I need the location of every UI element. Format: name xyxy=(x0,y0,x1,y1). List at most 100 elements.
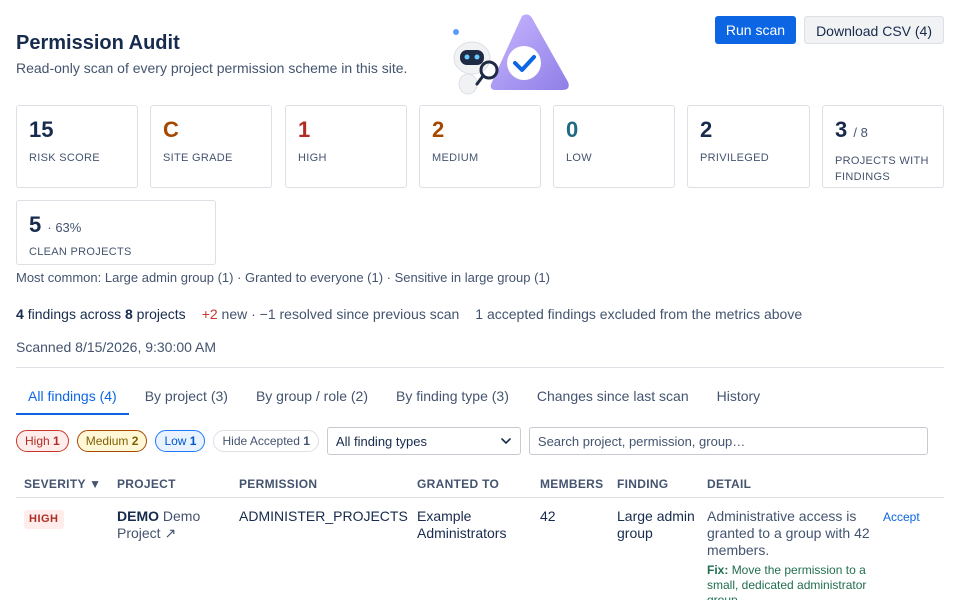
top-actions: Run scan Download CSV (4) xyxy=(714,16,944,44)
metric-suffix: · 63% xyxy=(47,220,82,235)
header-detail: DETAIL xyxy=(707,476,752,491)
project-key: DEMO xyxy=(117,508,159,524)
severity-badge: HIGH xyxy=(24,510,64,529)
granted-to-cell: Example Administrators xyxy=(417,508,507,541)
metric-number: 1 xyxy=(298,117,311,142)
projects-count: 8 xyxy=(124,306,133,322)
metric-value: 15 xyxy=(29,118,125,142)
findings-count-text: 4 findings across 8 projects xyxy=(16,306,186,322)
audit-robot-illustration xyxy=(444,10,574,96)
most-common-findings: Most common: Large admin group (1) · Gra… xyxy=(16,270,550,285)
detail-cell: Administrative access is granted to a gr… xyxy=(707,508,875,600)
metric-label: LOW xyxy=(566,152,592,164)
metric-label: PROJECTS WITH FINDINGS xyxy=(835,155,929,183)
accept-button[interactable]: Accept xyxy=(875,510,920,524)
metric-number: 5 xyxy=(29,212,42,237)
metric-number: C xyxy=(163,117,179,142)
hide-accepted-toggle[interactable]: Hide Accepted 1 xyxy=(213,430,319,452)
fix-note: Fix: Move the permission to a small, ded… xyxy=(707,563,875,600)
severity-cell: HIGH xyxy=(16,508,117,600)
metric-value: 2 xyxy=(432,118,528,142)
metric-card-site-grade: C SITE GRADE xyxy=(150,105,272,188)
fix-text: Move the permission to a small, dedicate… xyxy=(707,563,867,600)
filter-low-pill[interactable]: Low 1 xyxy=(155,430,206,452)
divider xyxy=(16,367,944,368)
tab-by-finding-type[interactable]: By finding type (3) xyxy=(384,380,521,414)
metric-label: MEDIUM xyxy=(432,152,479,164)
metric-card-privileged: 2 PRIVILEGED xyxy=(687,105,810,188)
header-project: PROJECT xyxy=(117,476,176,491)
page-subtitle: Read-only scan of every project permissi… xyxy=(16,60,408,76)
pill-count: 1 xyxy=(189,434,197,448)
metric-number: 15 xyxy=(29,117,54,142)
metric-card-projects-with-findings: 3 / 8 PROJECTS WITH FINDINGS xyxy=(822,105,944,188)
finding-type-select[interactable]: All finding types xyxy=(326,427,521,455)
metric-card-low: 0 LOW xyxy=(553,105,675,188)
table-header: SEVERITY ▼ PROJECT PERMISSION GRANTED TO… xyxy=(16,470,944,498)
pill-count: 2 xyxy=(131,434,139,448)
header-finding: FINDING xyxy=(617,476,669,491)
metric-label: PRIVILEGED xyxy=(700,152,770,164)
findings-text: findings across xyxy=(27,306,122,322)
tab-all-findings[interactable]: All findings (4) xyxy=(16,380,129,415)
header-permission: PERMISSION xyxy=(239,476,318,491)
metric-number: 2 xyxy=(432,117,445,142)
tab-history[interactable]: History xyxy=(705,380,773,414)
metric-card-medium: 2 MEDIUM xyxy=(419,105,541,188)
chevron-down-icon xyxy=(501,438,511,445)
metric-card-risk-score: 15 RISK SCORE xyxy=(16,105,138,188)
metric-number: 0 xyxy=(566,117,579,142)
members-cell: 42 xyxy=(540,508,556,524)
pill-label: High xyxy=(25,434,50,448)
project-cell: DEMO Demo Project ↗ xyxy=(117,508,239,600)
metric-value: 5 · 63% xyxy=(29,213,203,240)
permission-cell: ADMINISTER_PROJECTS xyxy=(239,508,408,524)
metric-value: 2 xyxy=(700,118,797,142)
pill-count: 1 xyxy=(53,434,60,448)
findings-count: 4 xyxy=(16,306,24,322)
delta-text: +2 new · −1 resolved since previous scan xyxy=(202,306,460,322)
finding-cell: Large admin group xyxy=(617,508,695,541)
filter-medium-pill[interactable]: Medium 2 xyxy=(76,430,148,452)
metric-label: HIGH xyxy=(298,152,327,164)
metric-suffix: / 8 xyxy=(853,125,868,140)
findings-tabs: All findings (4) By project (3) By group… xyxy=(16,380,776,415)
select-value: All finding types xyxy=(335,433,427,449)
search-input[interactable] xyxy=(528,427,928,455)
fix-label: Fix: xyxy=(707,563,729,577)
pill-label: Hide Accepted xyxy=(222,434,300,448)
robot-check-icon xyxy=(453,14,569,95)
tab-changes-since-last-scan[interactable]: Changes since last scan xyxy=(525,380,701,414)
actions-cell: Accept xyxy=(875,508,935,600)
pill-label: Medium xyxy=(85,434,129,448)
findings-table: SEVERITY ▼ PROJECT PERMISSION GRANTED TO… xyxy=(16,470,944,600)
new-text: new · xyxy=(221,306,256,322)
pill-label: Low xyxy=(164,434,187,448)
accepted-excluded-text: 1 accepted findings excluded from the me… xyxy=(475,306,803,322)
metric-label: CLEAN PROJECTS xyxy=(29,246,132,258)
metric-label: SITE GRADE xyxy=(163,152,233,164)
metric-card-clean-projects: 5 · 63% CLEAN PROJECTS xyxy=(16,200,216,265)
projects-text: projects xyxy=(136,306,186,322)
header-members: MEMBERS xyxy=(540,476,604,491)
run-scan-button[interactable]: Run scan xyxy=(714,16,797,44)
tab-by-project[interactable]: By project (3) xyxy=(133,380,240,414)
filter-bar: High 1 Medium 2 Low 1 Hide Accepted 1 Al… xyxy=(16,427,928,455)
metric-label: RISK SCORE xyxy=(29,152,100,164)
header-severity[interactable]: SEVERITY ▼ xyxy=(16,477,117,491)
tab-by-group-role[interactable]: By group / role (2) xyxy=(244,380,380,414)
pill-count: 1 xyxy=(303,434,310,448)
download-csv-button[interactable]: Download CSV (4) xyxy=(804,16,944,44)
metric-card-high: 1 HIGH xyxy=(285,105,407,188)
resolved-text: −1 resolved since previous scan xyxy=(259,306,460,322)
metric-value: C xyxy=(163,118,259,142)
header-granted-to: GRANTED TO xyxy=(417,476,500,491)
metric-number: 2 xyxy=(700,117,713,142)
metric-value: 1 xyxy=(298,118,394,142)
metric-value: 0 xyxy=(566,118,662,142)
findings-summary: 4 findings across 8 projects +2 new · −1… xyxy=(16,306,802,322)
filter-high-pill[interactable]: High 1 xyxy=(16,430,69,452)
metric-number: 3 xyxy=(835,117,848,142)
new-delta: +2 xyxy=(201,306,218,322)
page-header: Permission Audit Read-only scan of every… xyxy=(16,30,407,76)
